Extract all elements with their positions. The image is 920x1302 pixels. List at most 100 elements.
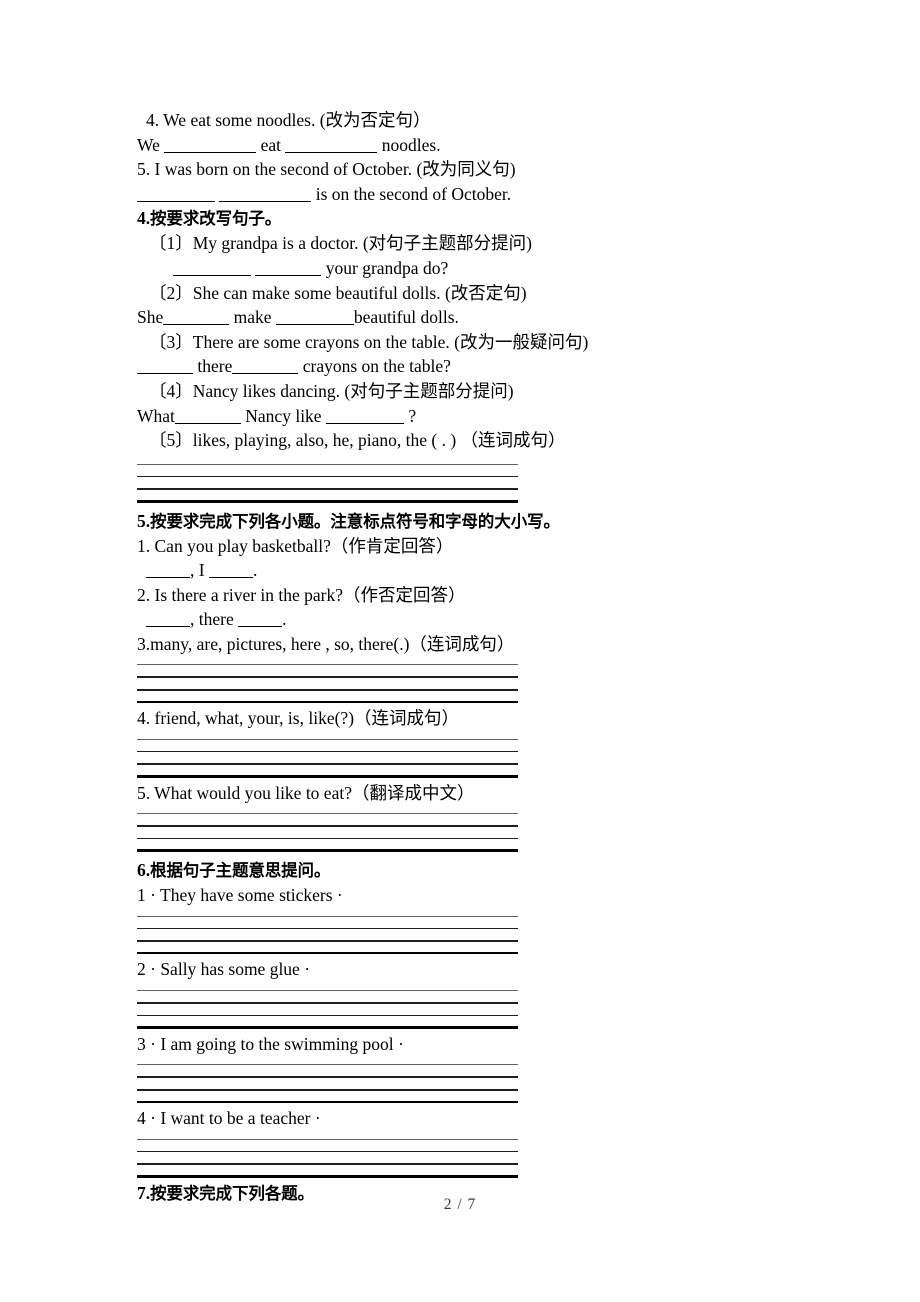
blank-field[interactable] (232, 360, 299, 375)
question-prompt-4-1: 〔1〕My grandpa is a doctor. (对句子主题部分提问) (137, 231, 777, 256)
item-label: 〔1〕 (149, 233, 193, 254)
answer-rule[interactable] (137, 1088, 518, 1091)
answer-rule[interactable] (137, 813, 518, 815)
question-prompt-5-3: 3.many, are, pictures, here , so, there(… (137, 633, 515, 654)
blank-field[interactable] (275, 311, 354, 326)
answer-joiner: , I (190, 560, 205, 581)
answer-mid: there (197, 356, 233, 377)
answer-rule[interactable] (137, 738, 518, 740)
answer-rule[interactable] (137, 915, 518, 917)
answer-suffix: is on the second of October. (315, 183, 512, 204)
answer-mid: make (233, 307, 272, 328)
question-answer-5-1: , I . (137, 558, 777, 583)
question-answer-4-1: your grandpa do? (137, 256, 777, 281)
section-heading-6: 6.根据句子主题意思提问。 (137, 858, 777, 883)
section-number: 6. (137, 860, 151, 880)
section-title: 按要求完成下列各小题。注意标点符号和字母的大小写。 (150, 511, 560, 531)
answer-rule[interactable] (137, 1150, 518, 1153)
blank-field[interactable] (208, 564, 253, 579)
answer-rule[interactable] (137, 475, 518, 478)
answer-mid: Nancy like (245, 405, 322, 426)
section-heading-5: 5.按要求完成下列各小题。注意标点符号和字母的大小写。 (137, 509, 777, 534)
question-prompt-6-1: 1 · They have some stickers · (137, 885, 343, 905)
item-text: Nancy likes dancing. (对句子主题部分提问) (192, 380, 514, 401)
item-text: There are some crayons on the table. (改为… (192, 331, 589, 352)
answer-lines-4-5[interactable] (137, 463, 518, 503)
answer-rule[interactable] (137, 750, 518, 753)
answer-rule[interactable] (137, 1064, 518, 1066)
answer-suffix: noodles. (381, 134, 441, 155)
answer-rule[interactable] (137, 1014, 518, 1017)
section-title: 根据句子主题意思提问。 (150, 861, 331, 880)
blank-field[interactable] (255, 262, 322, 276)
question-prompt-6-4: 4 · I want to be a teacher · (137, 1108, 321, 1129)
answer-rule[interactable] (137, 825, 518, 827)
worksheet-page: 4. We eat some noodles. (改为否定句） We eat n… (0, 0, 920, 1302)
question-prompt-6-3: 3 · I am going to the swimming pool · (137, 1033, 404, 1054)
blank-field[interactable] (325, 410, 404, 424)
item-text: likes, playing, also, he, piano, the ( .… (192, 430, 566, 451)
item-label: 〔3〕 (149, 331, 193, 352)
question-prompt-5-2: 2. Is there a river in the park?（作否定回答） (137, 584, 466, 605)
answer-rule[interactable] (137, 1001, 518, 1004)
blank-field[interactable] (146, 564, 190, 579)
answer-rule[interactable] (137, 463, 518, 465)
answer-joiner: , there (190, 609, 234, 630)
answer-end: . (252, 560, 258, 581)
answer-rule[interactable] (137, 689, 518, 691)
question-prompt-5-5: 5. What would you like to eat?（翻译成中文） (137, 782, 475, 803)
answer-rule[interactable] (137, 676, 518, 679)
blank-field[interactable] (137, 360, 193, 375)
answer-rule[interactable] (137, 664, 518, 666)
answer-suffix: crayons on the table? (302, 356, 451, 377)
question-answer-4-4: What Nancy like ? (137, 404, 777, 429)
answer-prefix: We (137, 134, 160, 155)
question-prompt-4-3: 〔3〕There are some crayons on the table. … (137, 330, 777, 355)
answer-rule[interactable] (137, 1163, 518, 1165)
question-prompt-top-4: 4. We eat some noodles. (改为否定句） (146, 110, 431, 130)
question-answer-top-4: We eat noodles. (137, 133, 777, 158)
answer-prefix: What (137, 405, 175, 426)
answer-end: . (282, 609, 287, 630)
question-prompt-6-2: 2 · Sally has some glue · (137, 959, 311, 980)
answer-lines-6-2[interactable] (137, 989, 518, 1029)
blank-field[interactable] (219, 188, 312, 202)
answer-mid: eat (260, 134, 282, 155)
section-title: 按要求改写句子。 (150, 209, 282, 229)
answer-lines-5-4[interactable] (137, 738, 518, 778)
answer-rule[interactable] (137, 1138, 518, 1140)
answer-rule[interactable] (137, 927, 518, 930)
blank-field[interactable] (173, 262, 251, 276)
answer-lines-6-3[interactable] (137, 1064, 518, 1104)
page-footer: 2 / 7 (443, 1196, 477, 1213)
answer-suffix: beautiful dolls. (353, 307, 459, 328)
answer-rule[interactable] (137, 763, 518, 766)
question-prompt-top-5: 5. I was born on the second of October. … (137, 159, 516, 180)
question-answer-4-3: there crayons on the table? (137, 354, 777, 379)
answer-lines-5-5[interactable] (137, 813, 518, 852)
answer-prefix: She (137, 307, 164, 328)
answer-rule[interactable] (137, 989, 518, 991)
answer-rule[interactable] (137, 488, 518, 490)
answer-suffix: ? (408, 405, 417, 426)
blank-field[interactable] (174, 410, 241, 424)
answer-lines-6-4[interactable] (137, 1138, 518, 1178)
answer-rule[interactable] (137, 1076, 518, 1078)
item-label: 〔5〕 (149, 430, 193, 451)
section-number: 5. (137, 510, 151, 531)
question-prompt-4-5: 〔5〕likes, playing, also, he, piano, the … (137, 428, 777, 453)
blank-field[interactable] (238, 613, 283, 628)
question-prompt-5-4: 4. friend, what, your, is, like(?)（连词成句） (137, 708, 460, 729)
blank-field[interactable] (285, 139, 378, 153)
answer-rule[interactable] (137, 940, 518, 942)
item-text: My grandpa is a doctor. (对句子主题部分提问) (192, 233, 533, 254)
blank-field[interactable] (146, 613, 190, 628)
answer-lines-6-1[interactable] (137, 915, 518, 955)
blank-field[interactable] (164, 139, 257, 153)
question-answer-5-2: , there . (137, 607, 777, 632)
blank-field[interactable] (163, 311, 230, 326)
answer-lines-5-3[interactable] (137, 664, 518, 704)
blank-field[interactable] (137, 188, 215, 202)
section-heading-4: 4.按要求改写句子。 (137, 206, 777, 231)
answer-rule[interactable] (137, 837, 518, 840)
